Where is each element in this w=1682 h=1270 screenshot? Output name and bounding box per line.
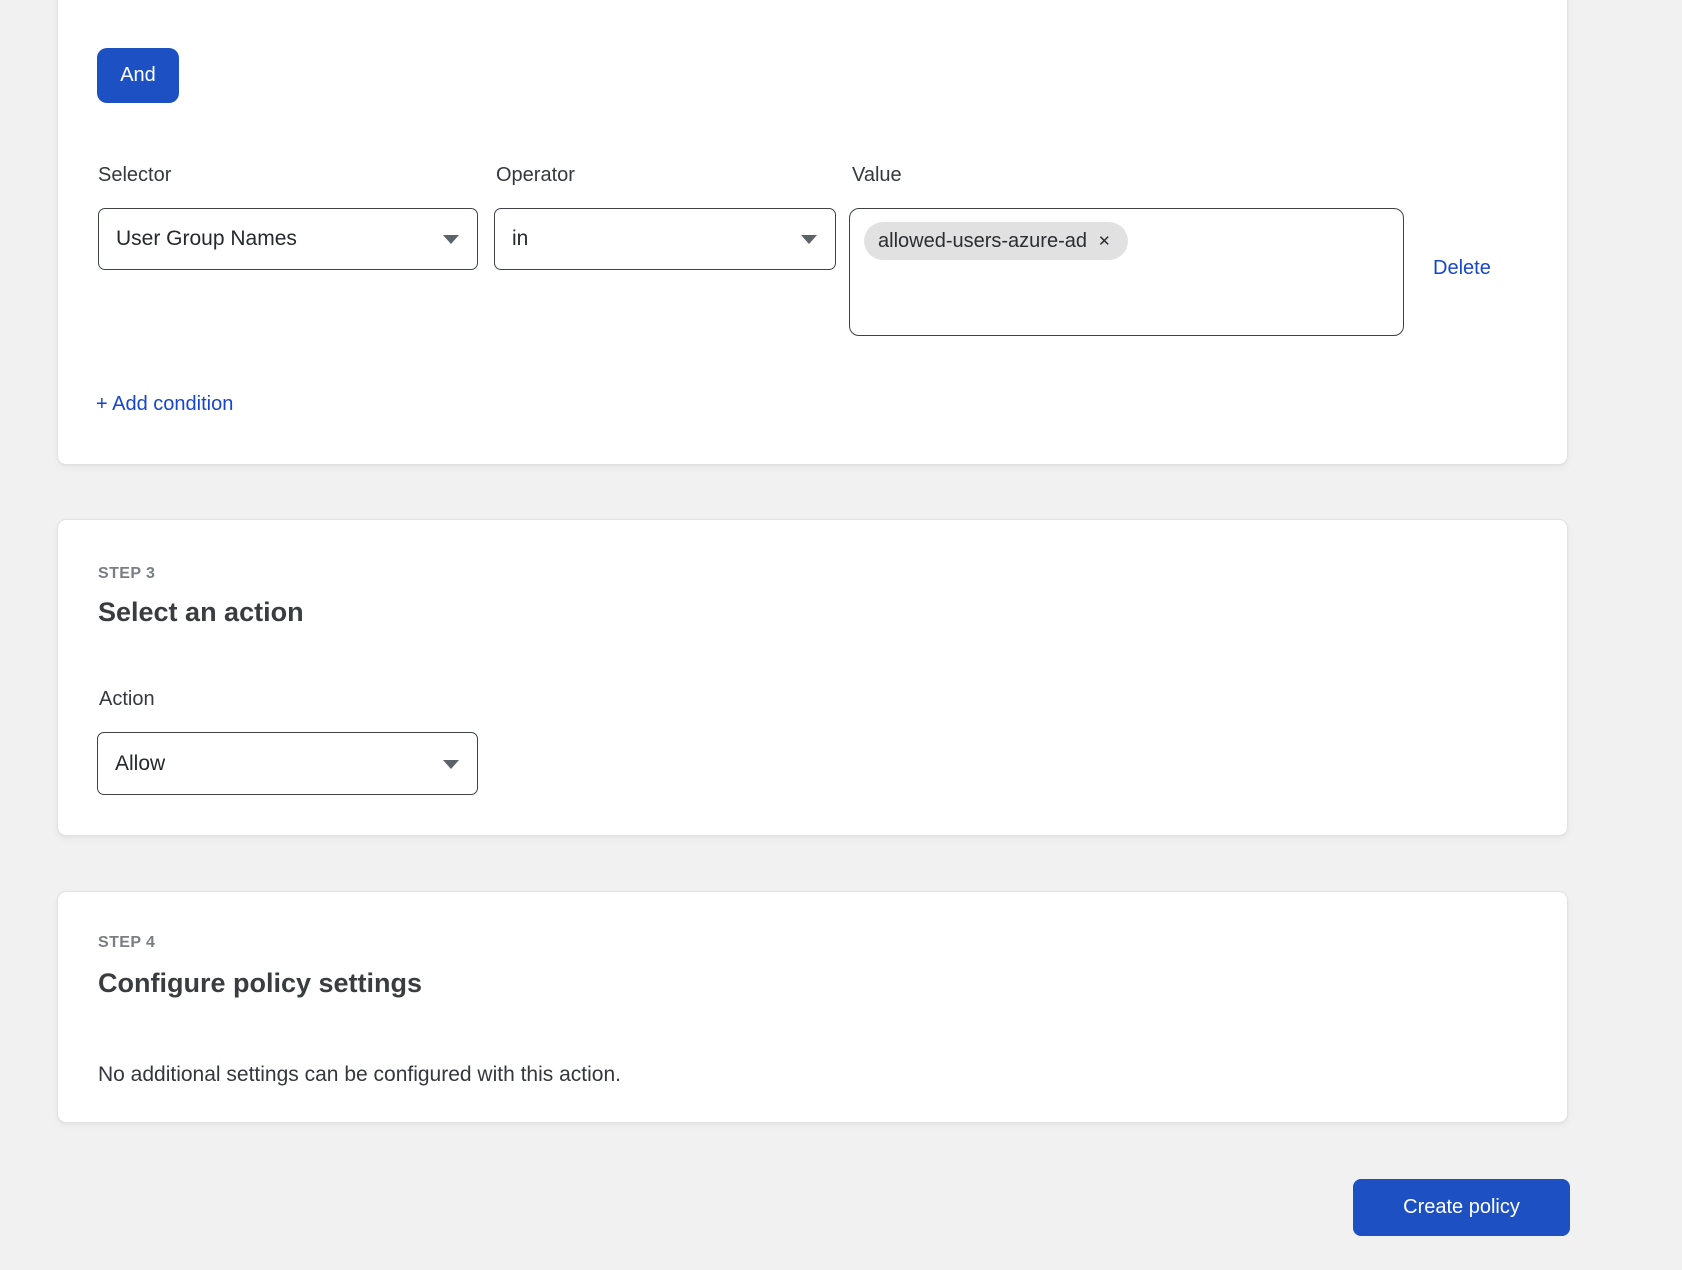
- value-tag-text: allowed-users-azure-ad: [878, 230, 1087, 253]
- create-policy-button[interactable]: Create policy: [1353, 1179, 1570, 1236]
- step4-label: STEP 4: [98, 934, 155, 952]
- step4-card: STEP 4 Configure policy settings No addi…: [57, 891, 1568, 1123]
- tag-remove-icon[interactable]: ✕: [1098, 234, 1111, 249]
- operator-field-label: Operator: [496, 164, 575, 186]
- step3-title: Select an action: [98, 596, 304, 628]
- value-field-label: Value: [852, 164, 902, 186]
- condition-builder-card: And Selector User Group Names Operator i…: [57, 0, 1568, 465]
- step4-title: Configure policy settings: [98, 967, 422, 999]
- action-dropdown-value: Allow: [115, 752, 165, 776]
- add-condition-link[interactable]: + Add condition: [96, 393, 233, 416]
- step3-card: STEP 3 Select an action Action Allow: [57, 519, 1568, 836]
- step4-body-text: No additional settings can be configured…: [98, 1061, 621, 1089]
- selector-dropdown-value: User Group Names: [116, 227, 297, 251]
- operator-dropdown-value: in: [512, 227, 528, 251]
- policy-builder-page: And Selector User Group Names Operator i…: [0, 0, 1682, 1270]
- selector-field-label: Selector: [98, 164, 171, 186]
- chevron-down-icon: [443, 235, 459, 244]
- action-dropdown[interactable]: Allow: [97, 732, 478, 795]
- step3-label: STEP 3: [98, 565, 155, 583]
- value-tag: allowed-users-azure-ad ✕: [864, 222, 1128, 260]
- selector-dropdown[interactable]: User Group Names: [98, 208, 478, 270]
- operator-dropdown[interactable]: in: [494, 208, 836, 270]
- action-field-label: Action: [99, 688, 155, 710]
- value-multiselect-input[interactable]: allowed-users-azure-ad ✕: [849, 208, 1404, 336]
- delete-condition-link[interactable]: Delete: [1433, 257, 1491, 280]
- and-operator-button[interactable]: And: [97, 48, 179, 103]
- chevron-down-icon: [443, 760, 459, 769]
- chevron-down-icon: [801, 235, 817, 244]
